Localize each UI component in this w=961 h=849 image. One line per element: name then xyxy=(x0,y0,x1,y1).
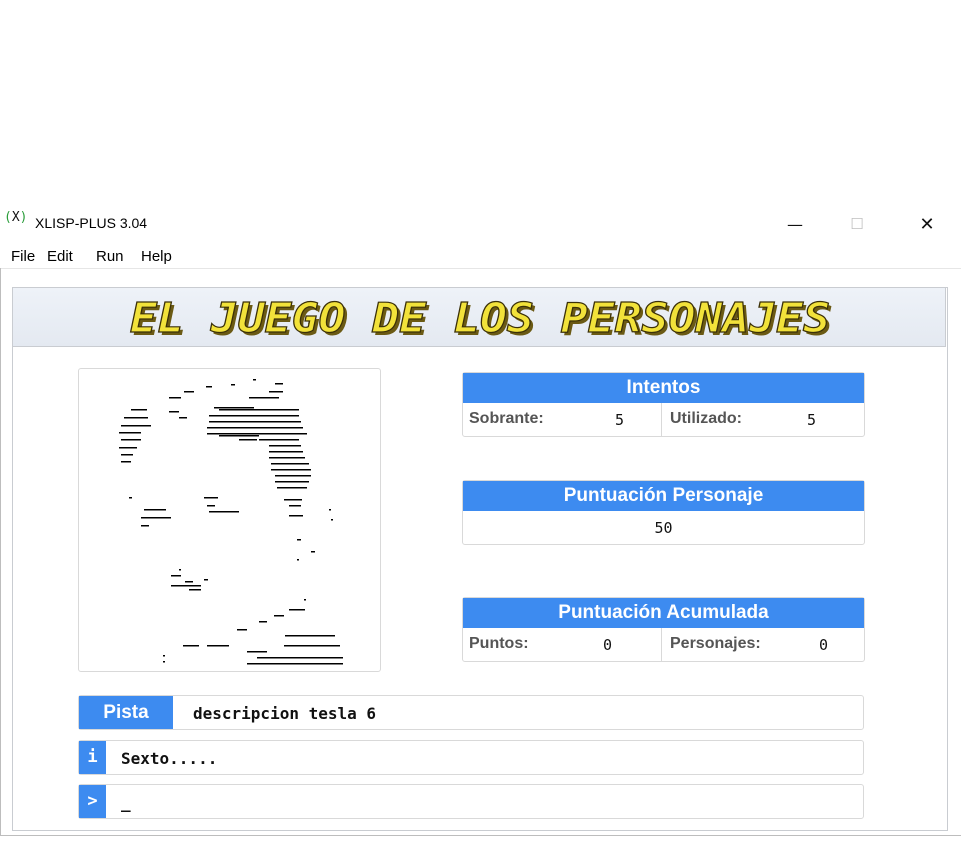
input-bar[interactable]: > _ xyxy=(78,784,864,819)
banner-logo: EL JUEGO DE LOS PERSONAJES EL JUEGO DE L… xyxy=(129,293,833,345)
maximize-icon[interactable]: ☐ xyxy=(834,207,880,241)
frame-left-border xyxy=(0,268,1,836)
card-divider xyxy=(661,628,662,661)
puntuacion-acumulada-header: Puntuación Acumulada xyxy=(463,598,864,628)
puntuacion-personaje-value: 50 xyxy=(654,519,673,537)
title-bar: (X) XLISP-PLUS 3.04 — ☐ ✕ xyxy=(0,207,961,241)
intentos-header: Intentos xyxy=(463,373,864,403)
card-divider xyxy=(661,403,662,436)
pista-text: descripcion tesla 6 xyxy=(193,704,377,723)
puntuacion-personaje-header: Puntuación Personaje xyxy=(463,481,864,511)
pista-label: Pista xyxy=(79,696,173,729)
utilizado-value: 5 xyxy=(807,411,817,429)
banner-title: EL JUEGO DE LOS PERSONAJES xyxy=(130,294,830,342)
info-bar: i Sexto..... xyxy=(78,740,864,775)
puntos-value: 0 xyxy=(603,636,613,654)
info-text: Sexto..... xyxy=(121,749,218,768)
sobrante-value: 5 xyxy=(615,411,625,429)
info-icon: i xyxy=(79,741,106,774)
close-icon[interactable]: ✕ xyxy=(904,207,950,241)
puntuacion-acumulada-card: Puntuación Acumulada Puntos: 0 Personaje… xyxy=(462,597,865,662)
puntuacion-personaje-body: 50 xyxy=(463,511,864,544)
personajes-value: 0 xyxy=(819,636,829,654)
puntuacion-personaje-card: Puntuación Personaje 50 xyxy=(462,480,865,545)
menu-edit[interactable]: Edit xyxy=(47,248,73,265)
title-banner: EL JUEGO DE LOS PERSONAJES EL JUEGO DE L… xyxy=(12,287,946,347)
sobrante-label: Sobrante: xyxy=(469,410,544,427)
menu-help[interactable]: Help xyxy=(141,248,172,265)
intentos-card: Intentos Sobrante: 5 Utilizado: 5 xyxy=(462,372,865,437)
window-title: XLISP-PLUS 3.04 xyxy=(35,215,148,231)
minimize-icon[interactable]: — xyxy=(772,207,818,241)
command-input[interactable]: _ xyxy=(121,793,131,812)
puntuacion-acumulada-body: Puntos: 0 Personajes: 0 xyxy=(463,628,864,661)
x-app-icon: (X) xyxy=(4,210,28,225)
frame-bottom-border xyxy=(0,835,961,836)
character-portrait xyxy=(78,368,381,672)
prompt-icon: > xyxy=(79,785,106,818)
menu-file[interactable]: File xyxy=(11,248,35,265)
intentos-body: Sobrante: 5 Utilizado: 5 xyxy=(463,403,864,436)
puntos-label: Puntos: xyxy=(469,635,529,652)
menu-run[interactable]: Run xyxy=(96,248,124,265)
portrait-ascii-art xyxy=(119,379,343,665)
menu-bar: File Edit Run Help xyxy=(0,246,961,268)
personajes-label: Personajes: xyxy=(670,635,761,652)
pista-bar: Pista descripcion tesla 6 xyxy=(78,695,864,730)
utilizado-label: Utilizado: xyxy=(670,410,742,427)
